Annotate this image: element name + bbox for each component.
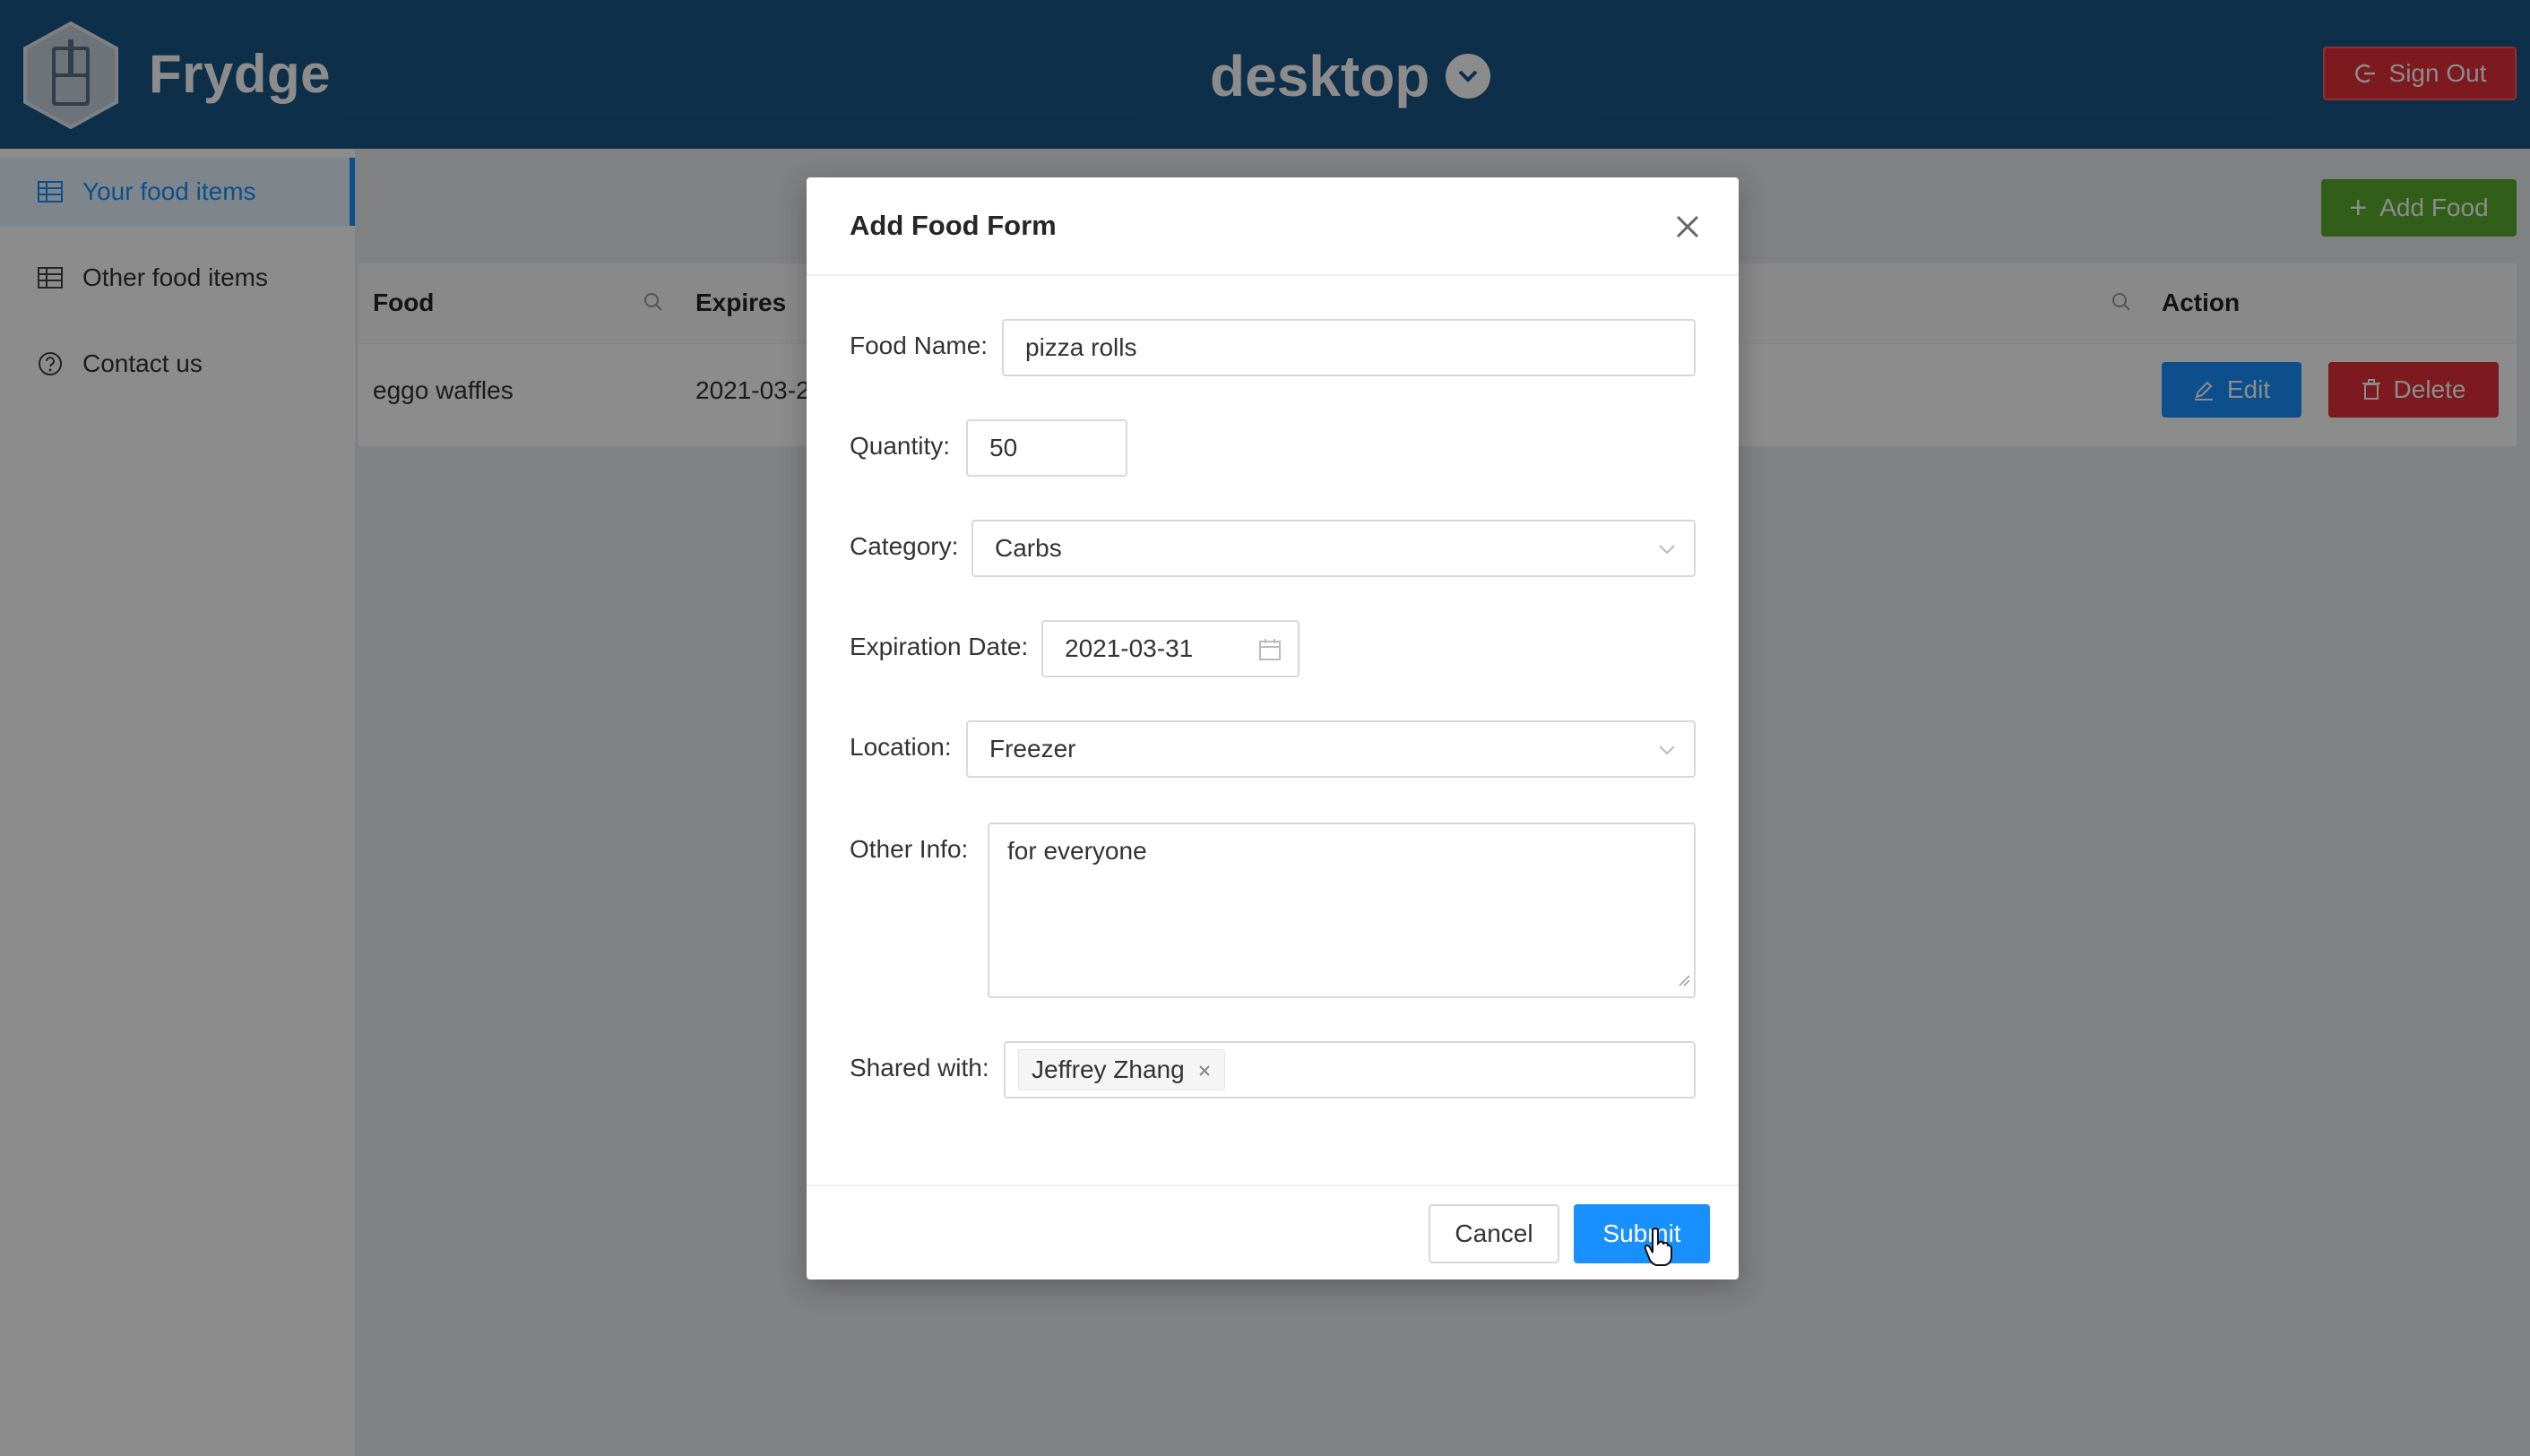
close-icon[interactable] bbox=[1672, 211, 1703, 242]
modal-header: Add Food Form bbox=[807, 177, 1739, 276]
shared-user-tag: Jeffrey Zhang bbox=[1018, 1049, 1225, 1090]
expiration-date-label: Expiration Date: bbox=[850, 633, 1029, 660]
category-label: Category: bbox=[850, 532, 959, 560]
other-info-textarea[interactable]: for everyone bbox=[988, 823, 1696, 998]
shared-with-label: Shared with: bbox=[850, 1054, 989, 1081]
location-value: Freezer bbox=[989, 735, 1076, 762]
other-info-label: Other Info: bbox=[850, 835, 969, 863]
other-info-value: for everyone bbox=[1007, 837, 1147, 865]
quantity-label: Quantity: bbox=[850, 432, 951, 460]
chevron-down-icon bbox=[1656, 738, 1678, 767]
cancel-button[interactable]: Cancel bbox=[1429, 1204, 1559, 1263]
quantity-input[interactable]: 50 bbox=[966, 419, 1127, 477]
modal-footer: Cancel Submit bbox=[807, 1185, 1739, 1279]
expiration-date-picker[interactable]: 2021-03-31 bbox=[1041, 620, 1300, 677]
food-name-value: pizza rolls bbox=[1025, 333, 1137, 361]
category-value: Carbs bbox=[995, 534, 1062, 562]
modal-title: Add Food Form bbox=[850, 210, 1057, 241]
chevron-down-icon bbox=[1656, 538, 1678, 566]
submit-button[interactable]: Submit bbox=[1574, 1204, 1710, 1263]
location-label: Location: bbox=[850, 733, 952, 761]
shared-with-select[interactable]: Jeffrey Zhang bbox=[1004, 1041, 1696, 1098]
calendar-icon bbox=[1258, 638, 1282, 668]
tag-label: Jeffrey Zhang bbox=[1032, 1055, 1185, 1083]
quantity-value: 50 bbox=[989, 434, 1018, 461]
food-name-input[interactable]: pizza rolls bbox=[1002, 319, 1696, 376]
category-select[interactable]: Carbs bbox=[971, 520, 1696, 577]
food-name-label: Food Name: bbox=[850, 332, 989, 359]
close-icon[interactable] bbox=[1197, 1055, 1212, 1084]
resize-handle-icon[interactable] bbox=[1676, 964, 1690, 993]
add-food-modal: Add Food Form Food Name: pizza rolls Qua… bbox=[807, 177, 1739, 1279]
location-select[interactable]: Freezer bbox=[966, 720, 1696, 778]
hand-cursor-icon bbox=[1644, 1227, 1672, 1271]
app-root: Frydge desktop Sign Out Your food items … bbox=[0, 0, 2530, 1456]
